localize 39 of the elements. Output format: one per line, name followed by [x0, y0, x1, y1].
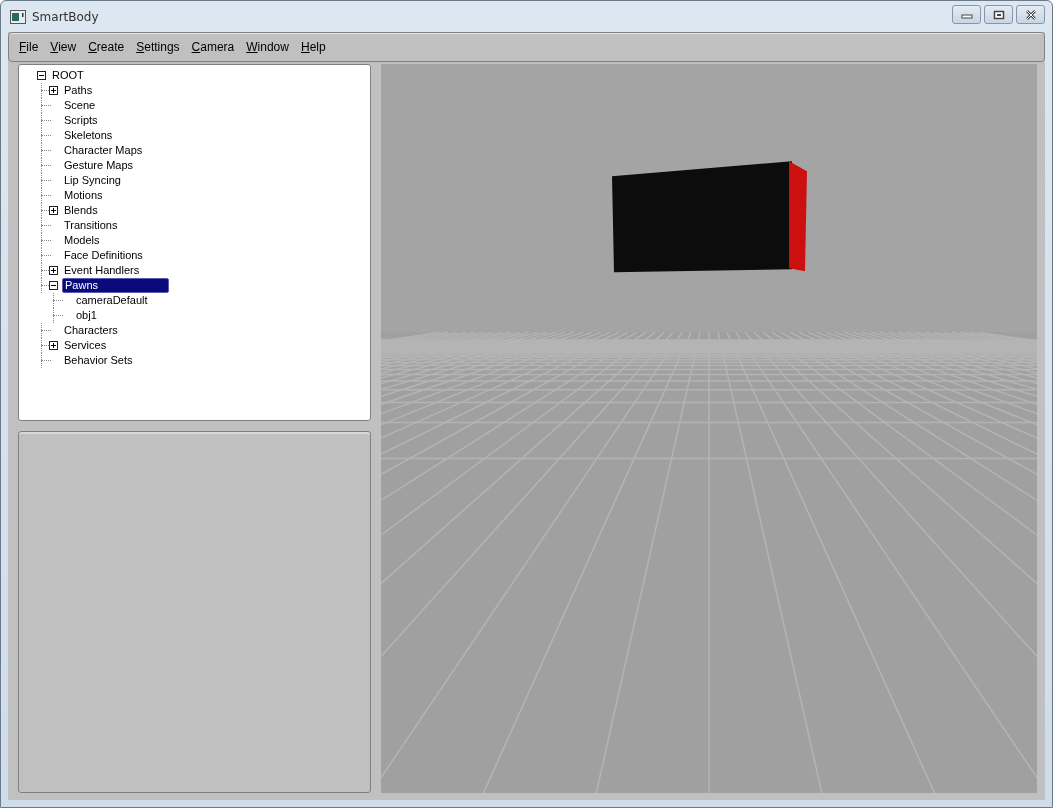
- tree-item[interactable]: Pawns: [62, 278, 170, 293]
- tree-item[interactable]: Lip Syncing: [62, 174, 123, 187]
- tree-item[interactable]: Characters: [62, 324, 120, 337]
- menu-item[interactable]: File: [14, 38, 44, 56]
- tree-item[interactable]: Face Definitions: [62, 249, 145, 262]
- close-icon: [1024, 9, 1037, 20]
- menu-item[interactable]: Window: [241, 38, 294, 56]
- tree-item[interactable]: Gesture Maps: [62, 159, 136, 172]
- tree-item[interactable]: Motions: [62, 189, 105, 202]
- expander-icon[interactable]: [49, 206, 58, 215]
- expander-icon[interactable]: [49, 281, 58, 290]
- tree-item[interactable]: cameraDefault: [74, 294, 150, 307]
- window-title: SmartBody: [32, 9, 99, 24]
- tree-item[interactable]: Skeletons: [62, 129, 115, 142]
- tree-item[interactable]: Services: [62, 339, 109, 352]
- tree-item[interactable]: Behavior Sets: [62, 354, 135, 367]
- tree-item[interactable]: Transitions: [62, 219, 120, 232]
- menu-item[interactable]: Settings: [131, 38, 185, 56]
- tree-item[interactable]: Blends: [62, 204, 100, 217]
- maximize-icon: [992, 9, 1005, 20]
- app-icon: [10, 9, 26, 24]
- tree-item[interactable]: Paths: [62, 84, 95, 97]
- expander-icon[interactable]: [49, 86, 58, 95]
- tree-item[interactable]: Models: [62, 234, 102, 247]
- tree-item[interactable]: ROOT: [50, 69, 86, 82]
- tree-item[interactable]: Event Handlers: [62, 264, 142, 277]
- close-button[interactable]: [1016, 5, 1045, 24]
- menu-item[interactable]: Create: [83, 38, 130, 56]
- tree-item[interactable]: obj1: [74, 309, 99, 322]
- tree-item[interactable]: Scripts: [62, 114, 100, 127]
- expander-icon[interactable]: [49, 341, 58, 350]
- expander-icon[interactable]: [37, 71, 46, 80]
- menu-item[interactable]: View: [45, 38, 82, 56]
- menu-item[interactable]: Help: [295, 38, 331, 56]
- tree-item[interactable]: Character Maps: [62, 144, 145, 157]
- menu-item[interactable]: Camera: [186, 38, 240, 56]
- expander-icon[interactable]: [49, 266, 58, 275]
- tree-item[interactable]: Scene: [62, 99, 98, 112]
- maximize-button[interactable]: [984, 5, 1013, 24]
